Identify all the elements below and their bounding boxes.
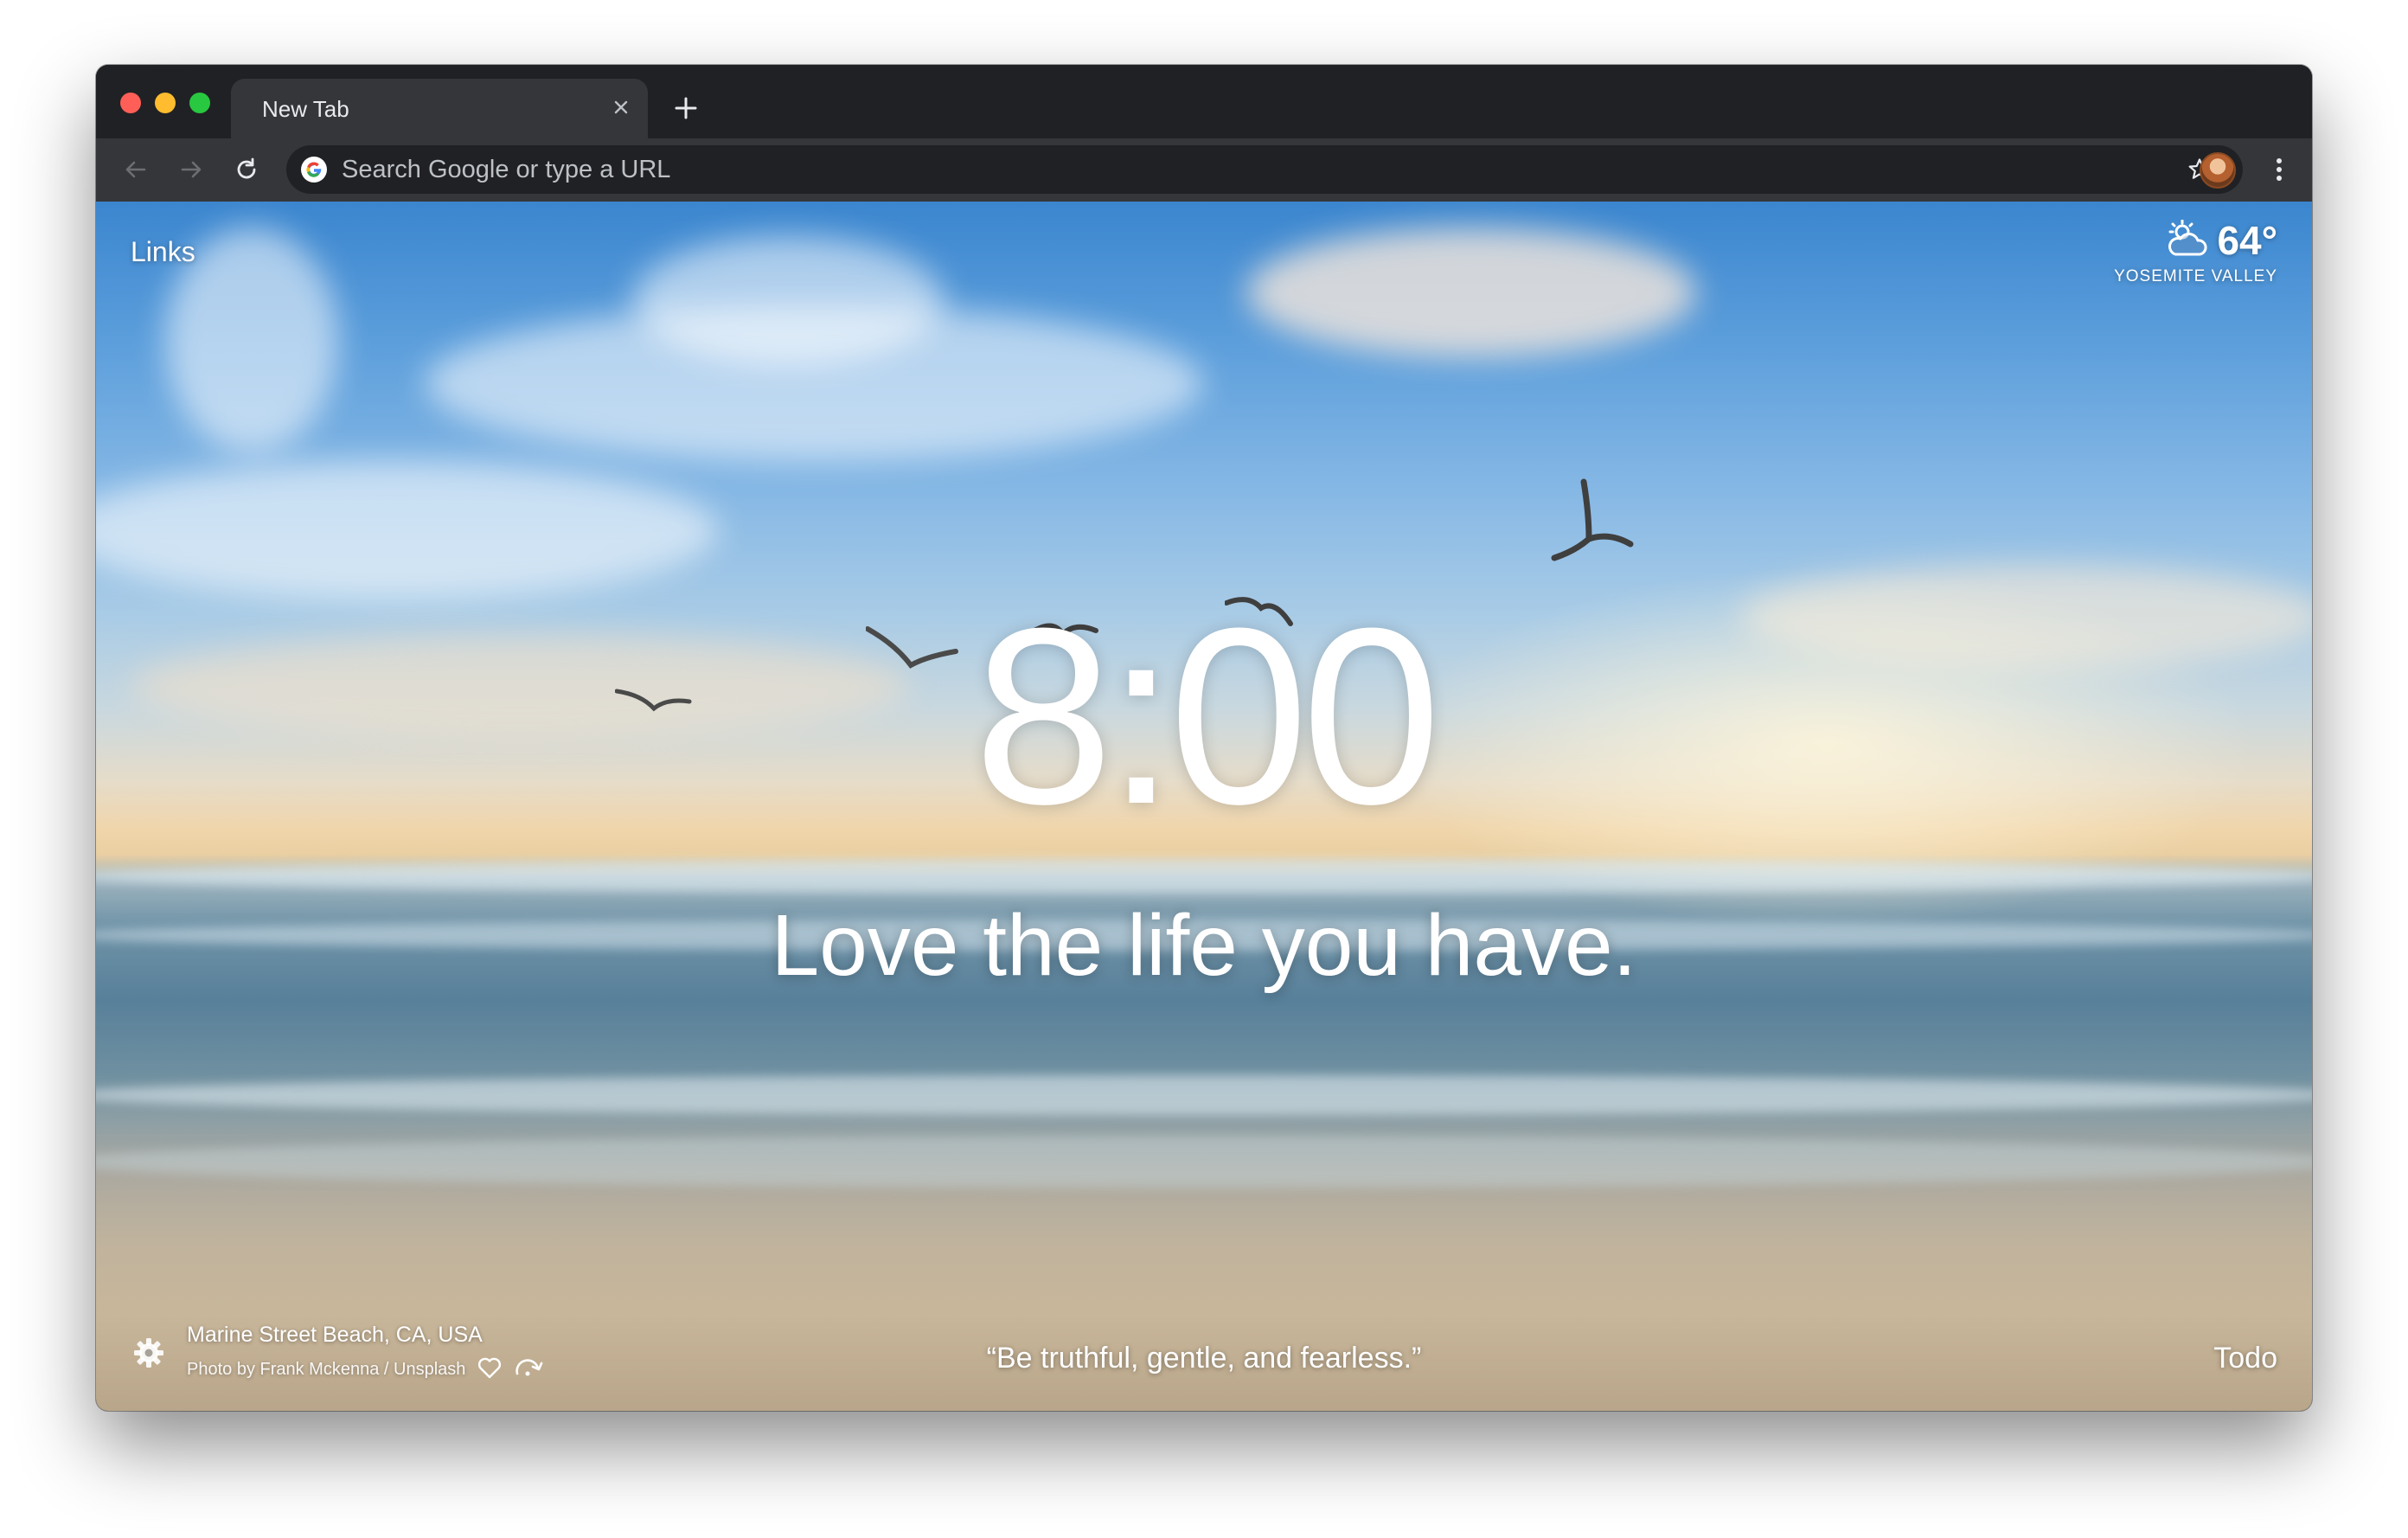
tab-title: New Tab	[262, 96, 349, 122]
reload-icon[interactable]	[227, 151, 266, 189]
omnibox-input[interactable]	[342, 145, 2072, 194]
tab-strip: New Tab	[96, 65, 2312, 138]
links-button[interactable]: Links	[131, 236, 195, 268]
back-arrow-icon[interactable]	[117, 151, 155, 189]
weather-location: YOSEMITE VALLEY	[2114, 267, 2277, 285]
wave	[96, 859, 2312, 894]
plus-icon[interactable]	[669, 91, 703, 125]
close-icon[interactable]	[606, 93, 636, 122]
wave	[96, 1136, 2312, 1188]
google-logo-icon	[300, 156, 328, 183]
todo-button[interactable]: Todo	[2213, 1342, 2277, 1375]
new-tab-page: Links 64° YOSEMITE VALLEY 8:00 Love the …	[96, 202, 2312, 1411]
seagull-icon	[1551, 478, 1634, 561]
minimize-window-button[interactable]	[155, 93, 176, 113]
partly-cloudy-icon	[2163, 219, 2208, 262]
cloud	[632, 236, 944, 366]
avatar[interactable]	[2200, 152, 2236, 189]
address-bar[interactable]	[286, 145, 2243, 194]
zoom-window-button[interactable]	[189, 93, 210, 113]
clock[interactable]: 8:00	[96, 591, 2312, 842]
tab-new-tab[interactable]: New Tab	[231, 79, 648, 138]
wave	[96, 1075, 2312, 1115]
weather-temperature: 64°	[2217, 218, 2277, 263]
close-window-button[interactable]	[120, 93, 141, 113]
browser-toolbar	[96, 138, 2312, 202]
cloud	[96, 461, 719, 599]
weather-widget[interactable]: 64° YOSEMITE VALLEY	[2114, 217, 2277, 286]
greeting-message: Love the life you have.	[771, 897, 1637, 994]
cloud	[1246, 227, 1696, 357]
forward-arrow-icon[interactable]	[172, 151, 210, 189]
kebab-menu-icon[interactable]	[2260, 151, 2298, 189]
daily-quote[interactable]: “Be truthful, gentle, and fearless.”	[96, 1342, 2312, 1375]
browser-window: New Tab Search Google or type a URL Link…	[96, 65, 2312, 1411]
